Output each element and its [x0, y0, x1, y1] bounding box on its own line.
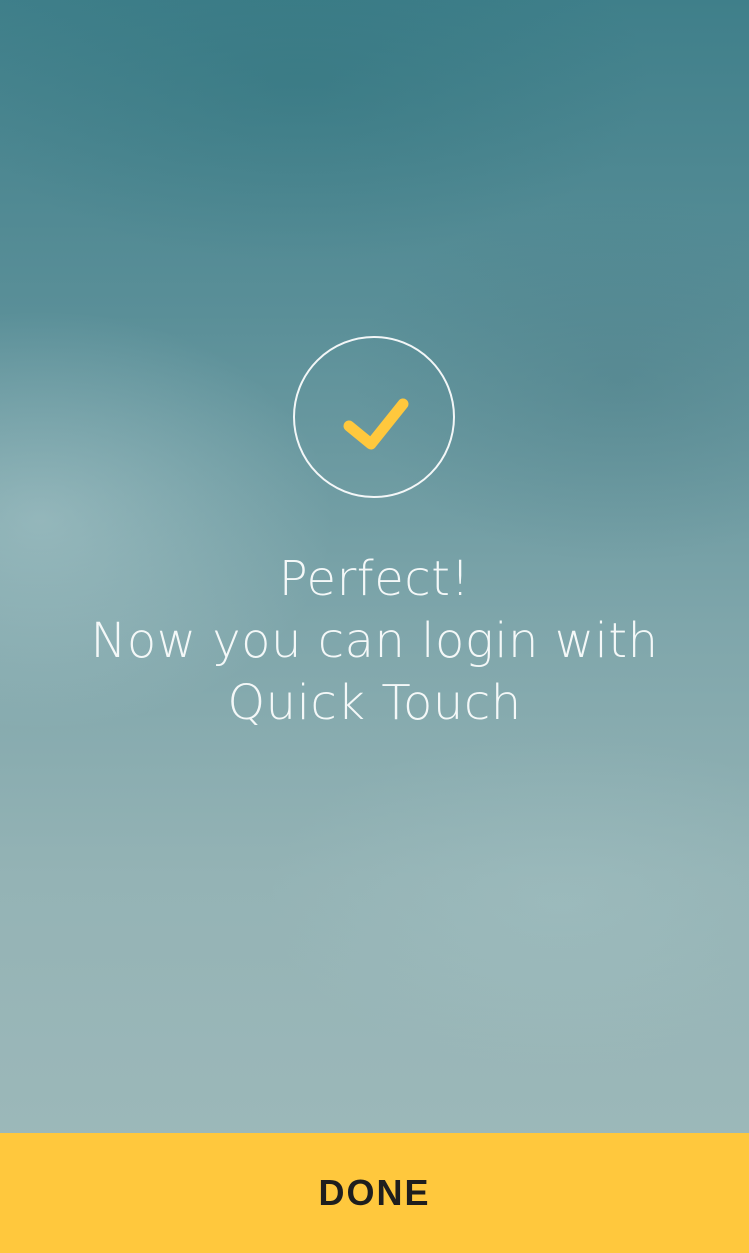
done-button-label: DONE	[318, 1172, 431, 1213]
success-ring	[293, 336, 455, 498]
message-title: Perfect!	[278, 551, 471, 607]
quick-touch-success-screen: Perfect! Now you can login with Quick To…	[0, 0, 749, 1253]
done-button[interactable]: DONE	[0, 1133, 749, 1253]
message-line-3: Quick Touch	[227, 675, 522, 731]
success-message: Perfect! Now you can login with Quick To…	[0, 548, 749, 734]
message-line-2: Now you can login with	[90, 613, 659, 669]
checkmark-icon	[343, 398, 409, 450]
